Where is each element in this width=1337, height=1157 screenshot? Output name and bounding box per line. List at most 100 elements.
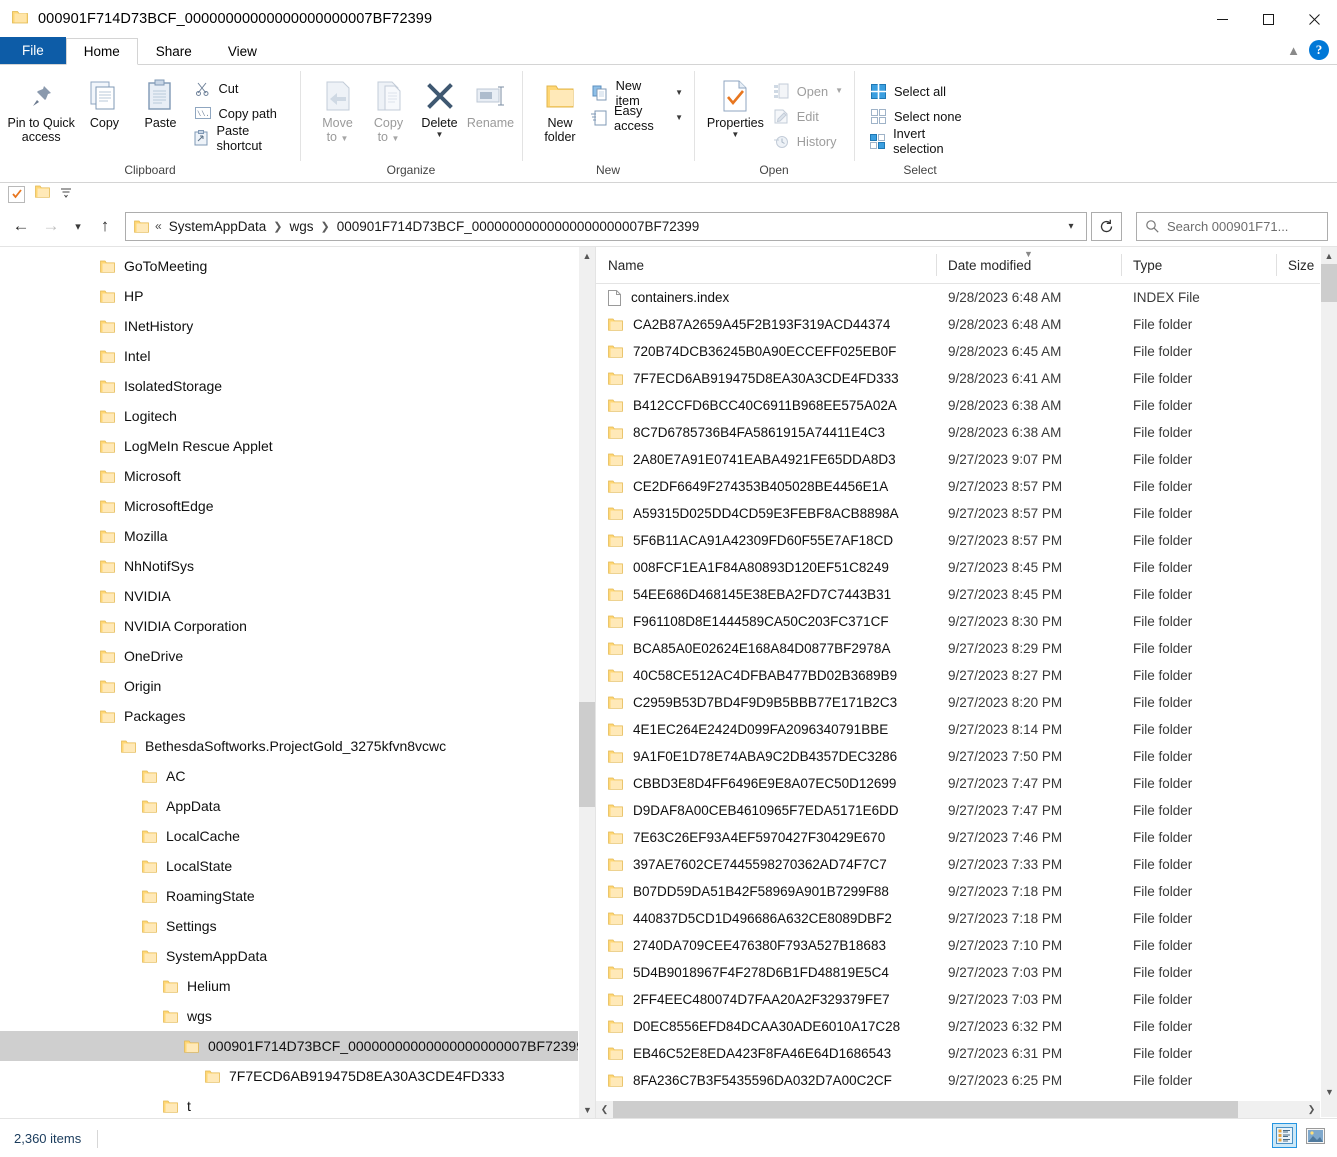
chevron-right-icon[interactable]: ❯ — [316, 220, 333, 233]
invert-selection-button[interactable]: Invert selection — [864, 126, 980, 156]
tree-item[interactable]: BethesdaSoftworks.ProjectGold_3275kfvn8v… — [0, 731, 595, 761]
scroll-up-icon[interactable]: ▲ — [1321, 247, 1337, 264]
forward-button[interactable]: → — [36, 211, 66, 241]
tree-item[interactable]: LogMeIn Rescue Applet — [0, 431, 595, 461]
tree-item[interactable]: MicrosoftEdge — [0, 491, 595, 521]
scroll-right-icon[interactable]: ❯ — [1303, 1104, 1320, 1115]
tab-home[interactable]: Home — [65, 38, 138, 65]
table-row[interactable]: 008FCF1EA1F84A80893D120EF51C8249 9/27/202… — [596, 554, 1337, 581]
paste-shortcut-button[interactable]: Paste shortcut — [189, 123, 295, 153]
table-row[interactable]: 8FA236C7B3F5435596DA032D7A00C2CF 9/27/202… — [596, 1067, 1337, 1094]
breadcrumb-overflow[interactable]: « — [149, 219, 166, 233]
cut-button[interactable]: Cut — [189, 77, 295, 99]
breadcrumb-item-systemappdata[interactable]: SystemAppData — [166, 219, 270, 234]
properties-button[interactable]: Properties ▼ — [704, 70, 767, 142]
minimize-button[interactable] — [1199, 0, 1245, 38]
copy-path-button[interactable]: \\.. Copy path — [189, 102, 295, 124]
back-button[interactable]: ← — [6, 211, 36, 241]
table-row[interactable]: 7F7ECD6AB919475D8EA30A3CDE4FD333 9/28/202… — [596, 365, 1337, 392]
breadcrumb-item-wgs[interactable]: wgs — [286, 219, 316, 234]
table-row[interactable]: 720B74DCB36245B0A90ECCEFF025EB0F 9/28/202… — [596, 338, 1337, 365]
tree-item[interactable]: INetHistory — [0, 311, 595, 341]
tree-item[interactable]: GoToMeeting — [0, 251, 595, 281]
tree-item[interactable]: OneDrive — [0, 641, 595, 671]
chevron-right-icon[interactable]: ❯ — [269, 220, 286, 233]
help-icon[interactable]: ? — [1309, 40, 1329, 60]
tree-item[interactable]: Origin — [0, 671, 595, 701]
copy-to-button[interactable]: Copy to ▼ — [363, 70, 414, 144]
table-row[interactable]: 7E63C26EF93A4EF5970427F30429E670 9/27/202… — [596, 824, 1337, 851]
scroll-left-icon[interactable]: ❮ — [596, 1104, 613, 1115]
column-header-date-modified[interactable]: ▼ Date modified — [936, 247, 1121, 284]
quick-access-customize-icon[interactable] — [60, 185, 72, 203]
table-row[interactable]: 4E1EC264E2424D099FA2096340791BBE 9/27/202… — [596, 716, 1337, 743]
history-button[interactable]: History — [767, 130, 848, 152]
table-row[interactable]: CA2B87A2659A45F2B193F319ACD44374 9/28/202… — [596, 311, 1337, 338]
open-button[interactable]: Open ▼ — [767, 80, 848, 102]
tree-item[interactable]: LocalCache — [0, 821, 595, 851]
details-view-button[interactable] — [1272, 1123, 1297, 1148]
large-icons-view-button[interactable] — [1303, 1123, 1328, 1148]
table-row[interactable]: A59315D025DD4CD59E3FEBF8ACB8898A 9/27/202… — [596, 500, 1337, 527]
new-folder-button[interactable]: New folder — [534, 70, 586, 144]
tab-view[interactable]: View — [210, 37, 275, 64]
tree-item[interactable]: Packages — [0, 701, 595, 731]
scroll-down-icon[interactable]: ▼ — [1321, 1083, 1337, 1100]
tree-vertical-scrollbar[interactable]: ▲ ▼ — [578, 247, 595, 1118]
rename-button[interactable]: Rename — [465, 70, 516, 130]
tree-item[interactable]: LocalState — [0, 851, 595, 881]
file-list-vertical-scrollbar[interactable]: ▲ ▼ — [1320, 247, 1337, 1117]
paste-button[interactable]: Paste — [132, 70, 188, 130]
file-list-scrollbar-thumb[interactable] — [1321, 264, 1337, 302]
select-none-button[interactable]: Select none — [864, 105, 980, 127]
table-row[interactable]: 397AE7602CE7445598270362AD74F7C7 9/27/202… — [596, 851, 1337, 878]
search-input[interactable]: Search 000901F71... — [1167, 219, 1288, 234]
maximize-button[interactable] — [1245, 0, 1291, 38]
hscroll-thumb[interactable] — [613, 1101, 1238, 1118]
copy-button[interactable]: Copy — [76, 70, 132, 130]
tree-item[interactable]: AC — [0, 761, 595, 791]
table-row[interactable]: 440837D5CD1D496686A632CE8089DBF2 9/27/202… — [596, 905, 1337, 932]
tree-item[interactable]: SystemAppData — [0, 941, 595, 971]
tree-item[interactable]: RoamingState — [0, 881, 595, 911]
table-row[interactable]: C2959B53D7BD4F9D9B5BBB77E171B2C3 9/27/202… — [596, 689, 1337, 716]
address-bar[interactable]: « SystemAppData ❯ wgs ❯ 000901F714D73BCF… — [125, 211, 1087, 241]
table-row[interactable]: containers.index 9/28/2023 6:48 AM INDEX F… — [596, 284, 1337, 311]
search-box[interactable]: Search 000901F71... — [1136, 211, 1328, 241]
tree-item[interactable]: AppData — [0, 791, 595, 821]
tree-item[interactable]: Logitech — [0, 401, 595, 431]
table-row[interactable]: CBBD3E8D4FF6496E9E8A07EC50D12699 9/27/202… — [596, 770, 1337, 797]
tree-item[interactable]: t — [0, 1091, 595, 1118]
table-row[interactable]: 9A1F0E1D78E74ABA9C2DB4357DEC3286 9/27/202… — [596, 743, 1337, 770]
quick-access-new-folder-icon[interactable] — [35, 185, 50, 203]
tree-item[interactable]: NVIDIA — [0, 581, 595, 611]
tab-file[interactable]: File — [0, 37, 66, 64]
table-row[interactable]: D9DAF8A00CEB4610965F7EDA5171E6DD 9/27/202… — [596, 797, 1337, 824]
recent-locations-button[interactable]: ▾ — [66, 211, 90, 241]
refresh-button[interactable] — [1091, 211, 1122, 241]
delete-button[interactable]: Delete ▼ — [414, 70, 465, 142]
table-row[interactable]: B07DD59DA51B42F58969A901B7299F88 9/27/202… — [596, 878, 1337, 905]
file-list-horizontal-scrollbar[interactable]: ❮ ❯ — [596, 1101, 1320, 1118]
tree-item[interactable]: 000901F714D73BCF_00000000000000000000007… — [0, 1031, 595, 1061]
easy-access-button[interactable]: Easy access ▼ — [586, 103, 688, 133]
scroll-down-icon[interactable]: ▼ — [579, 1101, 595, 1118]
tree-item[interactable]: Microsoft — [0, 461, 595, 491]
collapse-ribbon-icon[interactable]: ▲ — [1287, 43, 1300, 58]
select-all-button[interactable]: Select all — [864, 80, 980, 102]
table-row[interactable]: BCA85A0E02624E168A84D0877BF2978A 9/27/202… — [596, 635, 1337, 662]
table-row[interactable]: 5D4B9018967F4F278D6B1FD48819E5C4 9/27/202… — [596, 959, 1337, 986]
table-row[interactable]: 5F6B11ACA91A42309FD60F55E7AF18CD 9/27/202… — [596, 527, 1337, 554]
tab-share[interactable]: Share — [138, 37, 210, 64]
table-row[interactable]: F961108D8E1444589CA50C203FC371CF 9/27/202… — [596, 608, 1337, 635]
table-row[interactable]: 8C7D6785736B4FA5861915A74411E4C3 9/28/202… — [596, 419, 1337, 446]
table-row[interactable]: 54EE686D468145E38EBA2FD7C7443B31 9/27/202… — [596, 581, 1337, 608]
table-row[interactable]: 2A80E7A91E0741EABA4921FE65DDA8D3 9/27/202… — [596, 446, 1337, 473]
chevron-down-icon[interactable]: ▾ — [1060, 221, 1082, 232]
up-button[interactable]: ↑ — [90, 211, 120, 241]
table-row[interactable]: 2740DA709CEE476380F793A527B18683 9/27/202… — [596, 932, 1337, 959]
tree-item[interactable]: NhNotifSys — [0, 551, 595, 581]
tree-item[interactable]: HP — [0, 281, 595, 311]
new-item-button[interactable]: New item ▼ — [586, 78, 688, 108]
tree-item[interactable]: Mozilla — [0, 521, 595, 551]
